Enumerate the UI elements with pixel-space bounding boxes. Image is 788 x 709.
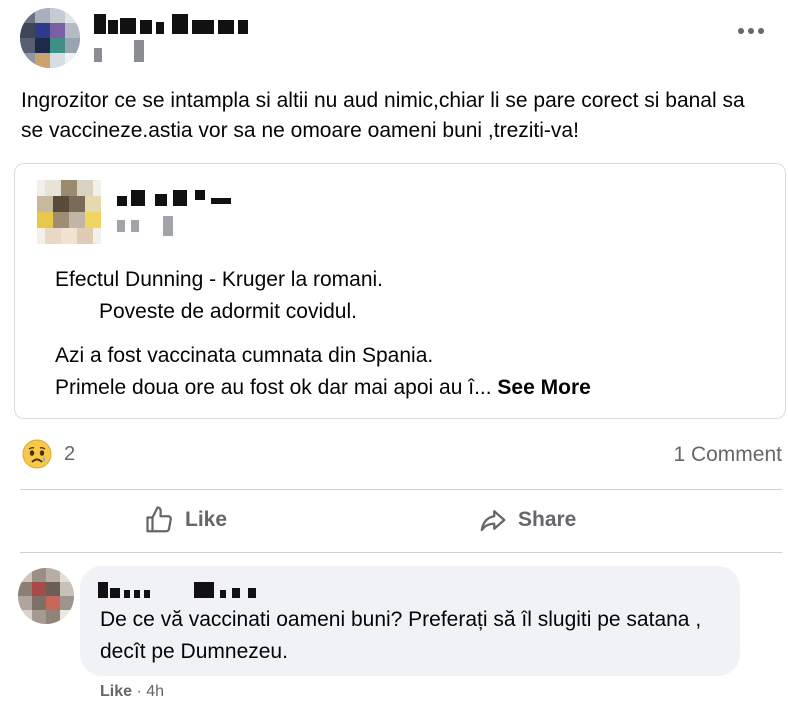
post-text: Ingrozitor ce se intampla si altii nu au…: [21, 89, 745, 142]
shared-author-name-redacted[interactable]: [117, 186, 237, 210]
see-more-link[interactable]: See More: [497, 376, 590, 399]
reaction-count: 2: [64, 442, 76, 465]
author-avatar[interactable]: [20, 8, 80, 68]
commenter-name-redacted[interactable]: [98, 580, 258, 600]
author-name-redacted[interactable]: [94, 12, 254, 36]
comment-bubble[interactable]: De ce vă vaccinati oameni buni? Preferaț…: [80, 566, 740, 676]
sad-reaction-icon: [22, 439, 52, 469]
shared-text-line-1: Efectul Dunning - Kruger la romani.: [55, 268, 383, 291]
shared-text-line-4: Primele doua ore au fost ok dar mai apoi…: [55, 376, 591, 400]
share-arrow-icon: [480, 510, 506, 532]
divider: [20, 552, 782, 553]
shared-author-avatar[interactable]: [37, 180, 101, 244]
comment-meta: Like · 4h: [100, 683, 164, 701]
comment-time[interactable]: 4h: [146, 683, 164, 700]
shared-timestamp-redacted[interactable]: [117, 216, 187, 240]
commenter-avatar[interactable]: [18, 568, 74, 624]
reaction-summary[interactable]: 2: [22, 439, 75, 469]
comment-count-link[interactable]: 1 Comment: [673, 443, 782, 467]
thumbs-up-icon: [146, 506, 172, 533]
share-label: Share: [518, 508, 577, 531]
comment-like-button[interactable]: Like: [100, 683, 132, 700]
post-timestamp-redacted[interactable]: [94, 40, 154, 64]
more-horizontal-icon[interactable]: [738, 28, 764, 34]
like-button[interactable]: Like: [145, 505, 227, 535]
share-button[interactable]: Share: [478, 505, 576, 535]
like-label: Like: [185, 508, 228, 531]
divider: [20, 489, 782, 490]
shared-text-line-2: Poveste de adormit covidul.: [99, 300, 357, 323]
shared-text-line-3: Azi a fost vaccinata cumnata din Spania.: [55, 344, 434, 367]
comment-text: De ce vă vaccinati oameni buni? Preferaț…: [100, 608, 702, 663]
meta-separator: ·: [136, 683, 142, 700]
shared-text-truncated: Primele doua ore au fost ok dar mai apoi…: [55, 376, 492, 399]
shared-post-card[interactable]: Efectul Dunning - Kruger la romani. Pove…: [14, 163, 786, 419]
